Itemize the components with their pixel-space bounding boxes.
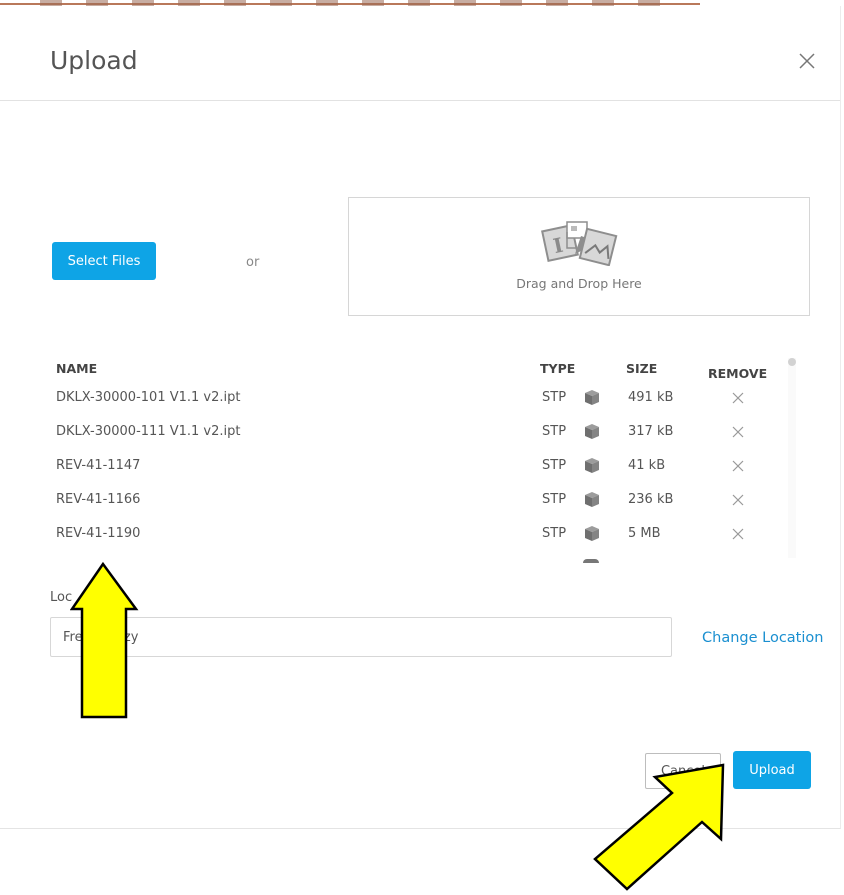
cube-icon [585,390,599,405]
location-label: Loc [50,590,73,605]
dialog-title: Upload [50,46,138,75]
remove-file-icon[interactable] [728,422,748,442]
scrollbar-thumb[interactable] [788,358,796,366]
file-size: 317 kB [628,424,674,439]
file-type: STP [542,458,567,473]
file-type: STP [542,390,567,405]
close-icon[interactable] [794,48,820,74]
file-type: STP [542,492,567,507]
file-name: DKLX-30000-101 V1.1 v2.ipt [56,390,241,405]
or-label: or [246,255,260,270]
column-header-remove: REMOVE [708,366,768,381]
change-location-link[interactable]: Change Location [702,630,823,646]
table-row: REV-41-1147 STP 41 kB [56,458,790,488]
column-header-type: TYPE [540,361,576,376]
file-name: REV-41-1166 [56,492,141,507]
file-list-scrollbar[interactable] [788,358,796,558]
image-upload-icon: I [541,221,618,266]
cube-icon [585,526,599,541]
file-size: 491 kB [628,390,674,405]
remove-file-icon[interactable] [728,456,748,476]
file-name: REV-41-1190 [56,526,141,541]
table-row: DKLX-30000-111 V1.1 v2.ipt STP 317 kB [56,424,790,454]
annotation-arrow-diagonal [593,763,725,891]
file-type: STP [542,526,567,541]
drag-drop-zone[interactable]: I Drag and Drop Here [348,197,810,316]
remove-file-icon[interactable] [728,524,748,544]
file-name: DKLX-30000-111 V1.1 v2.ipt [56,424,241,439]
remove-file-icon[interactable] [728,388,748,408]
select-files-button[interactable]: Select Files [52,242,156,280]
table-row: DKLX-30000-101 V1.1 v2.ipt STP 491 kB [56,390,790,420]
cube-icon [585,424,599,439]
file-size: 41 kB [628,458,666,473]
column-header-size: SIZE [626,361,658,376]
file-type: STP [542,424,567,439]
file-name: REV-41-1147 [56,458,141,473]
annotation-arrow-up [70,561,139,719]
file-size: 236 kB [628,492,674,507]
next-row-cube-icon-partial [583,559,599,563]
cube-icon [585,458,599,473]
file-size: 5 MB [628,526,661,541]
cube-icon [585,492,599,507]
drag-drop-text: Drag and Drop Here [516,276,642,291]
table-row: REV-41-1190 STP 5 MB [56,526,790,556]
header-divider [0,100,840,101]
remove-file-icon[interactable] [728,490,748,510]
table-row: REV-41-1166 STP 236 kB [56,492,790,522]
column-header-name: NAME [56,361,98,376]
